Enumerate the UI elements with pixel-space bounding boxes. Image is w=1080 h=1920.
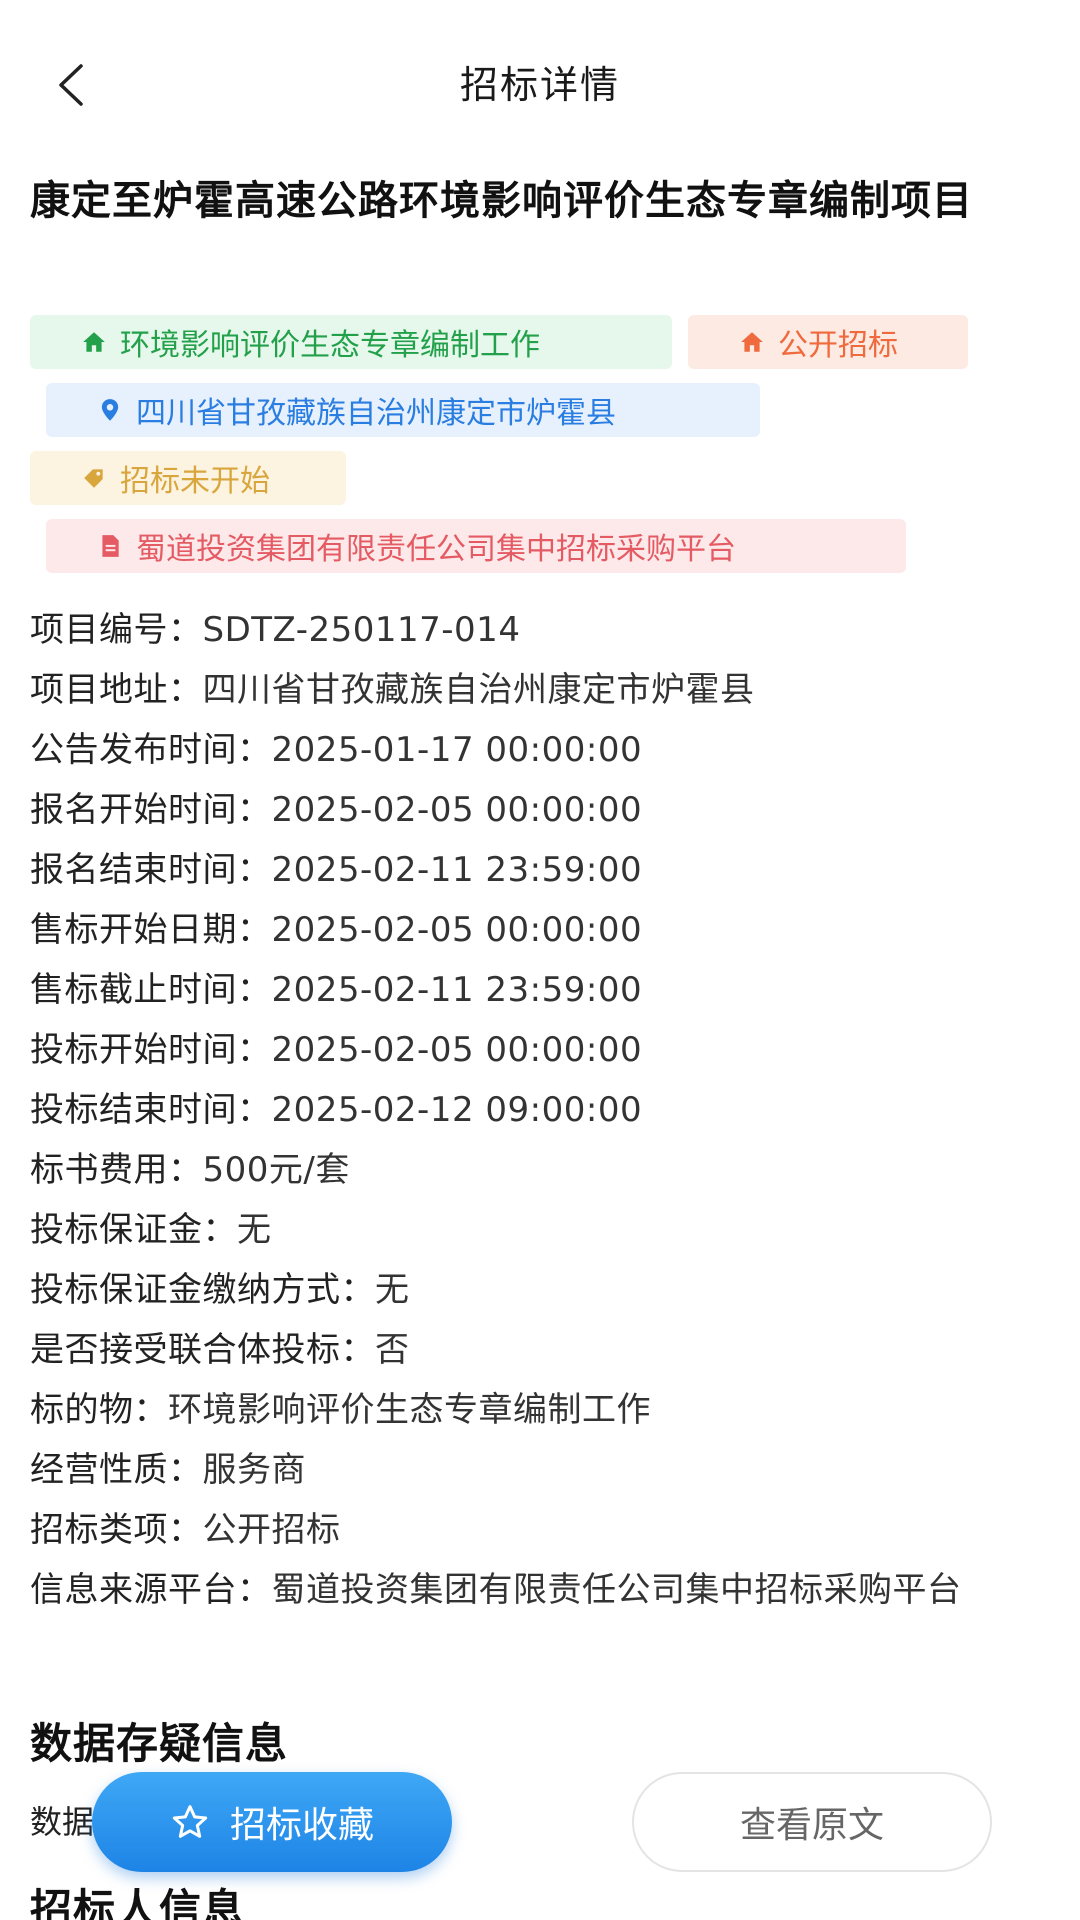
info-label: 公告发布时间： bbox=[30, 730, 272, 770]
info-row: 标书费用：500元/套 bbox=[30, 1140, 1050, 1200]
info-value: 2025-02-11 23:59:00 bbox=[271, 970, 643, 1010]
info-row: 招标类项：公开招标 bbox=[30, 1500, 1050, 1560]
home-icon bbox=[80, 328, 108, 356]
info-row: 公告发布时间：2025-01-17 00:00:00 bbox=[30, 720, 1050, 780]
location-pin-icon bbox=[96, 396, 124, 424]
info-label: 招标类项： bbox=[30, 1510, 203, 1550]
info-value: 无 bbox=[375, 1270, 410, 1310]
info-row: 售标开始日期：2025-02-05 00:00:00 bbox=[30, 900, 1050, 960]
info-value: 四川省甘孜藏族自治州康定市炉霍县 bbox=[202, 670, 755, 710]
info-value: 服务商 bbox=[202, 1450, 306, 1490]
location-tag: 四川省甘孜藏族自治州康定市炉霍县 bbox=[46, 383, 760, 437]
info-value: 2025-01-17 00:00:00 bbox=[271, 730, 643, 770]
info-row: 投标开始时间：2025-02-05 00:00:00 bbox=[30, 1020, 1050, 1080]
platform-tag-label: 蜀道投资集团有限责任公司集中招标采购平台 bbox=[136, 532, 736, 567]
info-row: 投标保证金缴纳方式：无 bbox=[30, 1260, 1050, 1320]
status-tag-label: 招标未开始 bbox=[120, 464, 270, 499]
info-value: 无 bbox=[237, 1210, 272, 1250]
project-title: 康定至炉霍高速公路环境影响评价生态专章编制项目 bbox=[30, 178, 973, 224]
info-value: 2025-02-05 00:00:00 bbox=[271, 1030, 643, 1070]
info-value: SDTZ-250117-014 bbox=[202, 610, 521, 650]
info-value: 环境影响评价生态专章编制工作 bbox=[168, 1390, 651, 1430]
category-tag-label: 环境影响评价生态专章编制工作 bbox=[120, 328, 540, 363]
bid-type-tag-label: 公开招标 bbox=[778, 328, 898, 363]
info-value: 蜀道投资集团有限责任公司集中招标采购平台 bbox=[271, 1570, 962, 1610]
info-value: 2025-02-11 23:59:00 bbox=[271, 850, 643, 890]
document-icon bbox=[96, 532, 124, 560]
favorite-button-label: 招标收藏 bbox=[229, 1805, 374, 1846]
info-row: 报名结束时间：2025-02-11 23:59:00 bbox=[30, 840, 1050, 900]
category-tag: 环境影响评价生态专章编制工作 bbox=[30, 315, 672, 369]
info-row: 项目地址：四川省甘孜藏族自治州康定市炉霍县 bbox=[30, 660, 1050, 720]
info-row: 标的物：环境影响评价生态专章编制工作 bbox=[30, 1380, 1050, 1440]
info-list: 项目编号：SDTZ-250117-014 项目地址：四川省甘孜藏族自治州康定市炉霍… bbox=[30, 600, 1050, 1620]
bidder-section-title: 招标人信息 bbox=[30, 1885, 246, 1920]
status-tag: 招标未开始 bbox=[30, 451, 346, 505]
info-value: 否 bbox=[375, 1330, 410, 1370]
info-label: 项目地址： bbox=[30, 670, 203, 710]
info-label: 标的物： bbox=[30, 1390, 168, 1430]
info-row: 项目编号：SDTZ-250117-014 bbox=[30, 600, 1050, 660]
info-row: 投标结束时间：2025-02-12 09:00:00 bbox=[30, 1080, 1050, 1140]
location-tag-label: 四川省甘孜藏族自治州康定市炉霍县 bbox=[136, 396, 616, 431]
info-label: 信息来源平台： bbox=[30, 1570, 272, 1610]
info-row: 经营性质：服务商 bbox=[30, 1440, 1050, 1500]
info-row: 报名开始时间：2025-02-05 00:00:00 bbox=[30, 780, 1050, 840]
info-label: 投标保证金缴纳方式： bbox=[30, 1270, 375, 1310]
favorite-button[interactable]: 招标收藏 bbox=[92, 1772, 452, 1872]
info-value: 500元/套 bbox=[202, 1150, 350, 1190]
top-bar: 招标详情 bbox=[0, 0, 1080, 170]
info-label: 报名开始时间： bbox=[30, 790, 272, 830]
info-value: 公开招标 bbox=[202, 1510, 341, 1550]
info-row: 是否接受联合体投标：否 bbox=[30, 1320, 1050, 1380]
tag-icon bbox=[80, 464, 108, 492]
info-label: 项目编号： bbox=[30, 610, 203, 650]
info-value: 2025-02-05 00:00:00 bbox=[271, 790, 643, 830]
info-label: 投标开始时间： bbox=[30, 1030, 272, 1070]
doubt-section-text: 数据 bbox=[30, 1803, 95, 1841]
doubt-section-title: 数据存疑信息 bbox=[30, 1719, 289, 1768]
info-label: 投标结束时间： bbox=[30, 1090, 272, 1130]
info-label: 是否接受联合体投标： bbox=[30, 1330, 375, 1370]
info-row: 投标保证金：无 bbox=[30, 1200, 1050, 1260]
home-icon bbox=[738, 328, 766, 356]
info-row: 售标截止时间：2025-02-11 23:59:00 bbox=[30, 960, 1050, 1020]
info-label: 经营性质： bbox=[30, 1450, 203, 1490]
star-outline-icon bbox=[170, 1802, 210, 1842]
info-label: 报名结束时间： bbox=[30, 850, 272, 890]
info-label: 标书费用： bbox=[30, 1150, 203, 1190]
info-row: 信息来源平台：蜀道投资集团有限责任公司集中招标采购平台 bbox=[30, 1560, 1050, 1620]
view-original-button[interactable]: 查看原文 bbox=[632, 1772, 992, 1872]
page: 招标详情 康定至炉霍高速公路环境影响评价生态专章编制项目 环境影响评价生态专章编… bbox=[0, 0, 1080, 1920]
info-label: 售标开始日期： bbox=[30, 910, 272, 950]
info-label: 售标截止时间： bbox=[30, 970, 272, 1010]
info-label: 投标保证金： bbox=[30, 1210, 237, 1250]
view-original-button-label: 查看原文 bbox=[739, 1805, 884, 1846]
bid-type-tag: 公开招标 bbox=[688, 315, 968, 369]
info-value: 2025-02-12 09:00:00 bbox=[271, 1090, 643, 1130]
page-title: 招标详情 bbox=[459, 63, 620, 107]
platform-tag: 蜀道投资集团有限责任公司集中招标采购平台 bbox=[46, 519, 906, 573]
info-value: 2025-02-05 00:00:00 bbox=[271, 910, 643, 950]
